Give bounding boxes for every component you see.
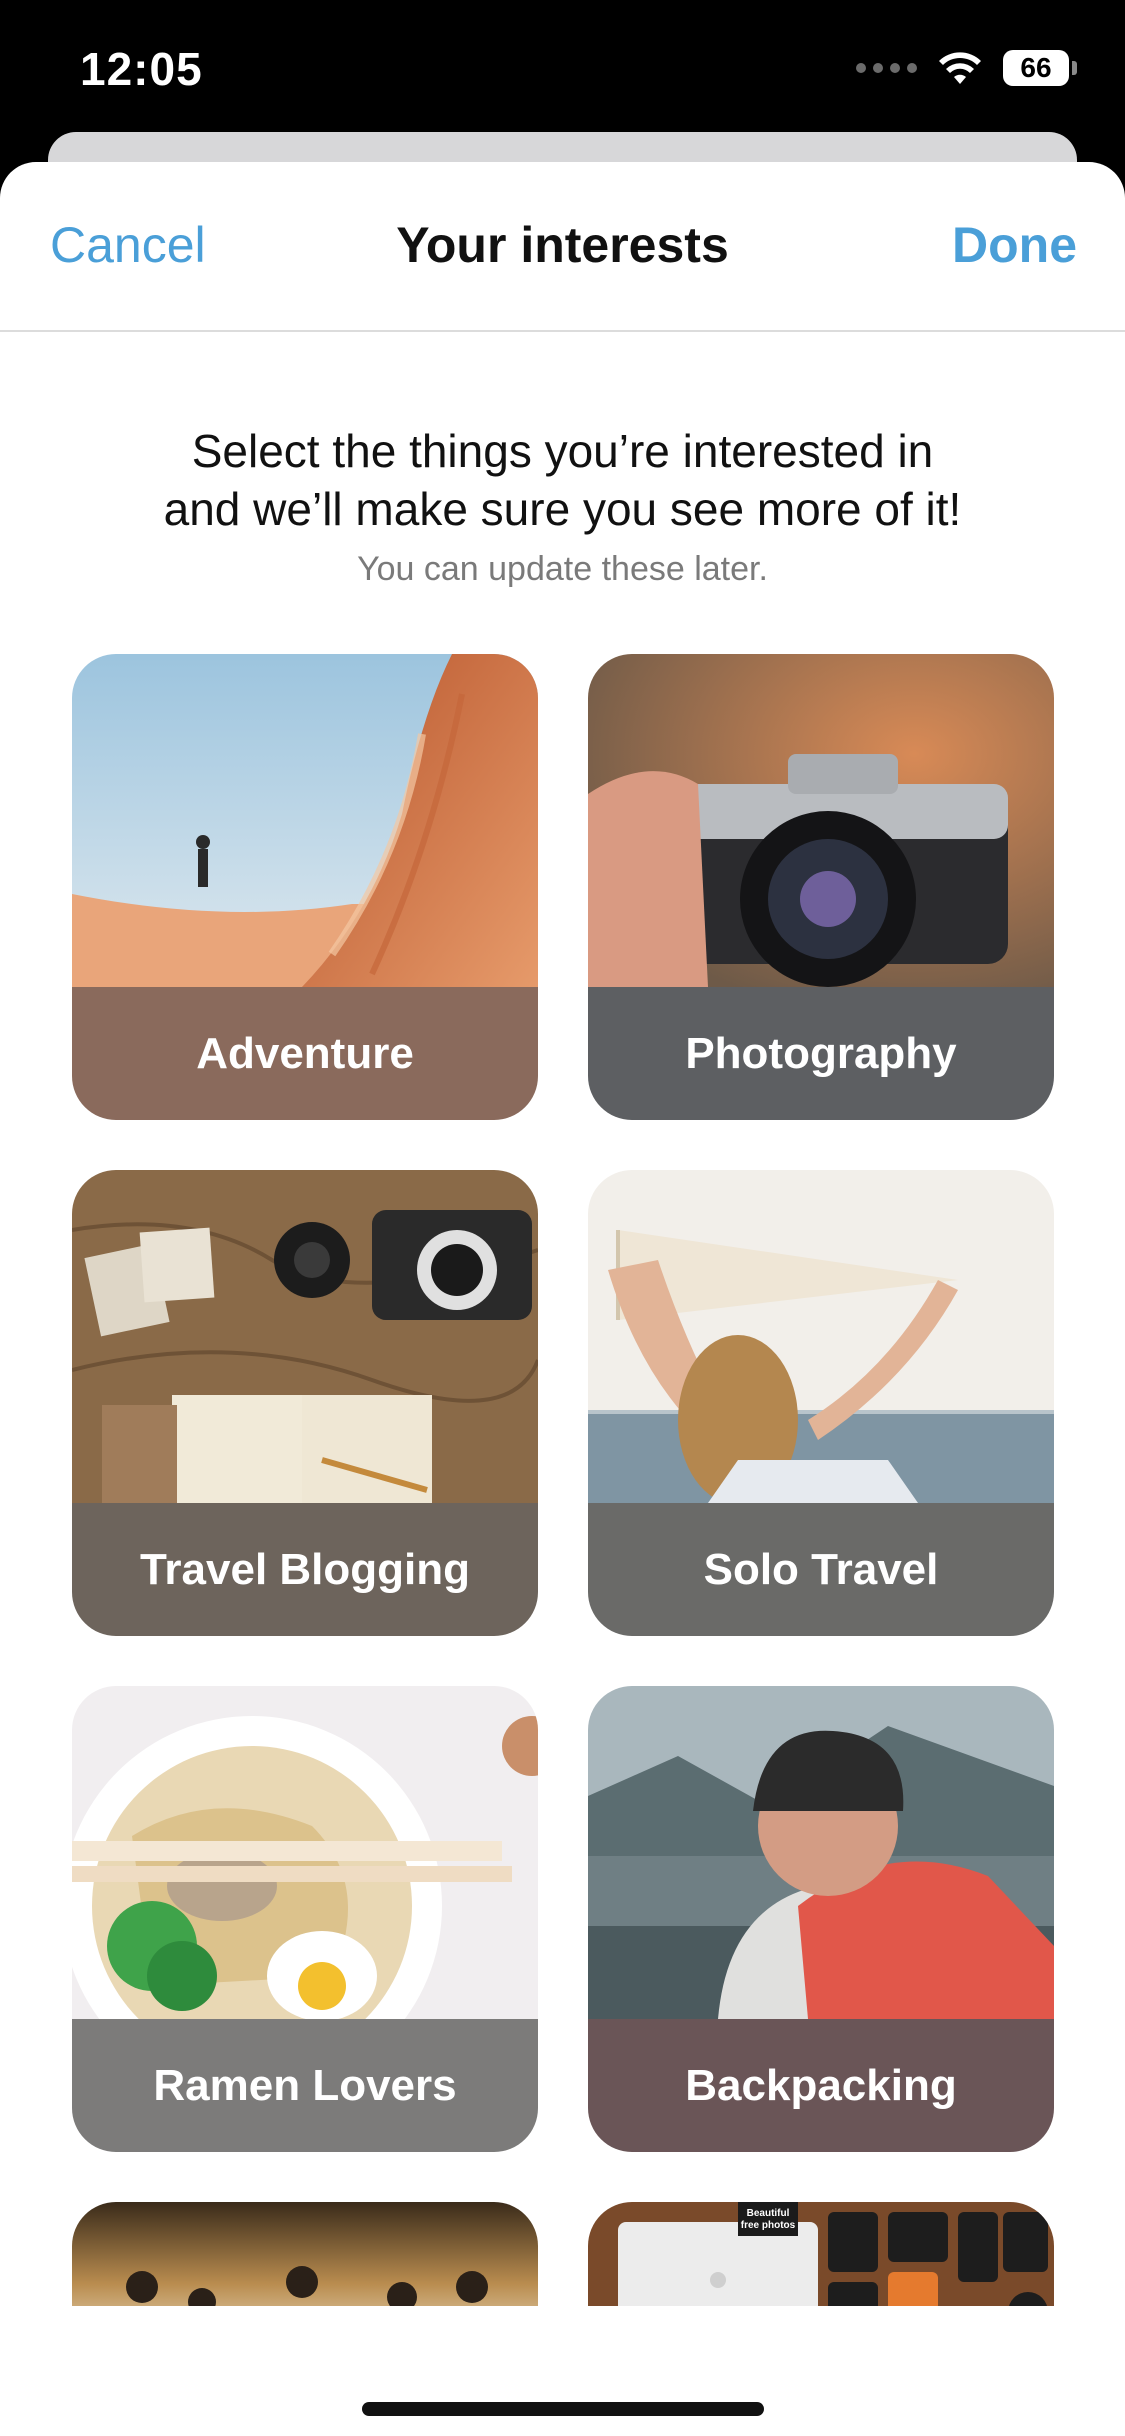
- backpacking-photo: [588, 1686, 1054, 2019]
- done-button[interactable]: Done: [952, 216, 1077, 274]
- interest-tile-travel-blogging[interactable]: Travel Blogging: [72, 1170, 538, 1636]
- home-indicator[interactable]: [362, 2402, 764, 2416]
- cellular-signal-icon: [856, 63, 917, 73]
- interest-label: Ramen Lovers: [72, 2019, 538, 2152]
- interest-tile-solo-travel[interactable]: Solo Travel: [588, 1170, 1054, 1636]
- solo-travel-photo: [588, 1170, 1054, 1503]
- battery-level: 66: [1020, 52, 1052, 83]
- intro-line-1: Select the things you’re interested in: [191, 425, 934, 477]
- interest-label: Adventure: [72, 987, 538, 1120]
- intro-line-2: and we’ll make sure you see more of it!: [163, 483, 962, 535]
- bottom-safe-area: [0, 2306, 1125, 2436]
- status-time: 12:05: [80, 43, 203, 95]
- navigation-bar: Cancel Your interests Done: [0, 162, 1125, 332]
- sticker-line-1: Beautiful: [747, 2208, 790, 2219]
- status-bar: 12:05 66: [0, 0, 1125, 140]
- interest-tile-ramen-lovers[interactable]: Ramen Lovers: [72, 1686, 538, 2152]
- travel-blogging-photo: [72, 1170, 538, 1503]
- photography-photo: [588, 654, 1054, 987]
- interest-label: Backpacking: [588, 2019, 1054, 2152]
- intro-subtitle: You can update these later.: [357, 550, 768, 588]
- battery-icon: 66: [1003, 50, 1069, 86]
- ramen-photo: [72, 1686, 538, 2019]
- adventure-photo: [72, 654, 538, 987]
- interest-tile-backpacking[interactable]: Backpacking: [588, 1686, 1054, 2152]
- sticker-line-2: free photos: [741, 2220, 796, 2231]
- intro-text: Select the things you’re interested in a…: [60, 422, 1065, 589]
- interests-sheet: Cancel Your interests Done Select the th…: [0, 162, 1125, 2436]
- status-indicators: 66: [856, 46, 1077, 90]
- interest-tile-photography[interactable]: Photography: [588, 654, 1054, 1120]
- wifi-icon: [939, 52, 981, 84]
- interest-label: Travel Blogging: [72, 1503, 538, 1636]
- interest-label: Solo Travel: [588, 1503, 1054, 1636]
- interest-label: Photography: [588, 987, 1054, 1120]
- screen: 12:05 66 Cancel Your interests Done Sele…: [0, 0, 1125, 2436]
- interest-tile-adventure[interactable]: Adventure: [72, 654, 538, 1120]
